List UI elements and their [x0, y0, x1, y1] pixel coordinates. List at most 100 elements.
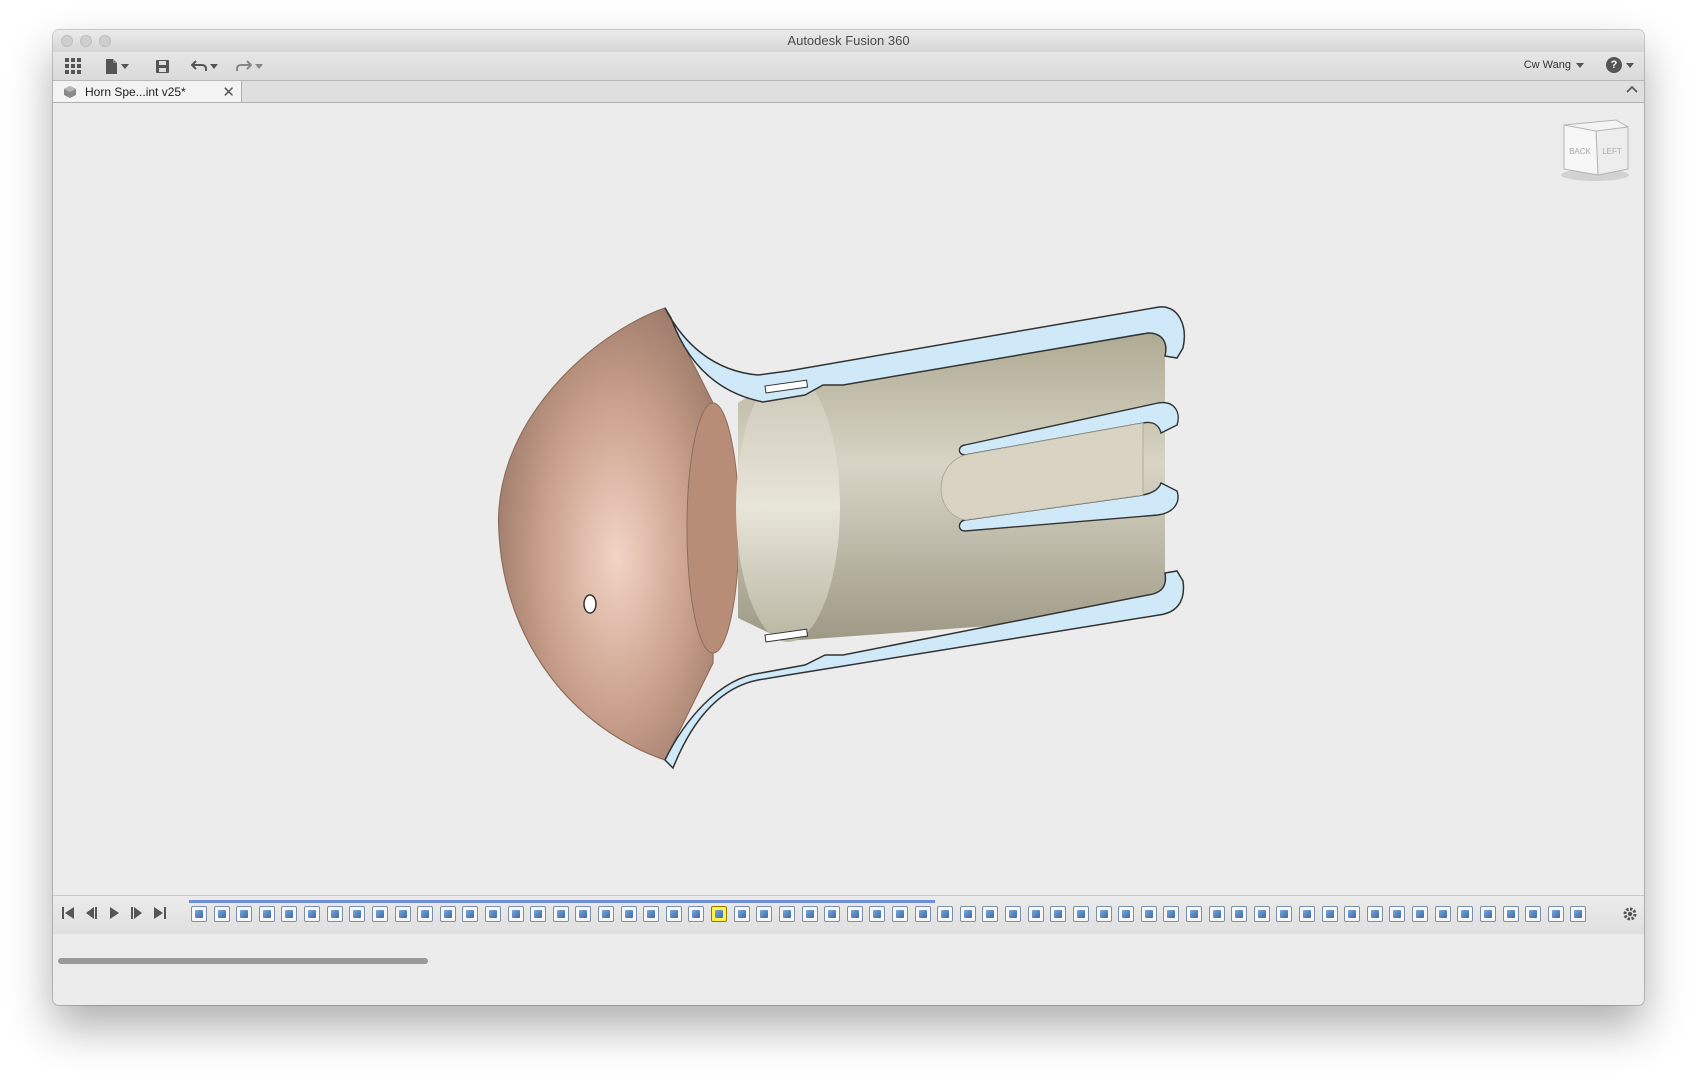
timeline-feature-icon[interactable] — [553, 906, 569, 922]
play-icon[interactable] — [107, 906, 121, 920]
file-icon — [106, 58, 117, 74]
go-to-end-icon[interactable] — [153, 906, 167, 920]
timeline-feature-icon[interactable] — [666, 906, 682, 922]
close-icon[interactable]: ✕ — [222, 83, 235, 101]
timeline-feature-icon[interactable] — [214, 906, 230, 922]
redo-button[interactable] — [236, 56, 263, 76]
timeline-feature-icon[interactable] — [417, 906, 433, 922]
timeline-feature-icon[interactable] — [1435, 906, 1451, 922]
timeline-feature-icon[interactable] — [1389, 906, 1405, 922]
3d-canvas[interactable]: BACK LEFT — [53, 103, 1644, 985]
timeline-feature-icon[interactable] — [621, 906, 637, 922]
minimize-window-button[interactable] — [80, 35, 92, 47]
timeline-feature-icon[interactable] — [869, 906, 885, 922]
timeline-feature-icon[interactable] — [1322, 906, 1338, 922]
mounting-hole[interactable] — [583, 594, 597, 614]
timeline-feature-icon[interactable] — [259, 906, 275, 922]
timeline-feature-icon[interactable] — [824, 906, 840, 922]
step-forward-icon[interactable] — [130, 906, 144, 920]
window-title: Autodesk Fusion 360 — [787, 33, 910, 48]
timeline-feature-icon[interactable] — [734, 906, 750, 922]
timeline-feature-icon[interactable] — [1548, 906, 1564, 922]
throat-inner-bore[interactable] — [736, 372, 840, 642]
horn-section-model[interactable] — [53, 103, 1644, 985]
data-panel-button[interactable] — [65, 56, 81, 76]
timeline-feature-icon[interactable] — [395, 906, 411, 922]
timeline-feature-icon[interactable] — [1209, 906, 1225, 922]
document-tab-bar: Horn Spe...int v25* ✕ — [53, 81, 1644, 103]
save-button[interactable] — [156, 56, 169, 76]
timeline-feature-icon[interactable] — [508, 906, 524, 922]
timeline-feature-icon[interactable] — [1231, 906, 1247, 922]
timeline-feature-icon[interactable] — [892, 906, 908, 922]
timeline-feature-icon[interactable] — [982, 906, 998, 922]
timeline-feature-icon[interactable] — [1457, 906, 1473, 922]
user-menu[interactable]: Cw Wang — [1524, 59, 1584, 71]
timeline-feature-icon[interactable] — [802, 906, 818, 922]
zoom-window-button[interactable] — [99, 35, 111, 47]
grid-icon — [65, 58, 81, 74]
horn-bell[interactable] — [498, 307, 714, 761]
help-menu[interactable]: ? — [1606, 57, 1634, 73]
timeline-feature-icon[interactable] — [1141, 906, 1157, 922]
chevron-down-icon — [121, 63, 129, 69]
viewcube-back-face[interactable]: BACK — [1569, 147, 1591, 156]
timeline-feature-icon[interactable] — [1254, 906, 1270, 922]
timeline-feature-icon[interactable] — [1096, 906, 1112, 922]
timeline-feature-icon[interactable] — [440, 906, 456, 922]
undo-button[interactable] — [191, 56, 218, 76]
timeline-feature-icon[interactable] — [1344, 906, 1360, 922]
timeline-feature-icon[interactable] — [937, 906, 953, 922]
timeline-feature-icon[interactable] — [1480, 906, 1496, 922]
timeline-feature-icon[interactable] — [1503, 906, 1519, 922]
file-menu-button[interactable] — [105, 56, 129, 76]
viewcube-left-face[interactable]: LEFT — [1602, 147, 1622, 156]
timeline-feature-icon[interactable] — [1299, 906, 1315, 922]
timeline-feature-icon[interactable] — [372, 906, 388, 922]
timeline-feature-icon[interactable] — [960, 906, 976, 922]
timeline-feature-icon[interactable] — [915, 906, 931, 922]
go-to-start-icon[interactable] — [61, 906, 75, 920]
timeline-feature-icon[interactable] — [847, 906, 863, 922]
timeline-feature-icon[interactable] — [1570, 906, 1586, 922]
help-icon: ? — [1606, 57, 1622, 73]
timeline-feature-icon[interactable] — [688, 906, 704, 922]
chevron-up-icon[interactable] — [1626, 84, 1638, 96]
step-back-icon[interactable] — [84, 906, 98, 920]
timeline-feature-icon[interactable] — [756, 906, 772, 922]
timeline-feature-icon[interactable] — [281, 906, 297, 922]
document-tab[interactable]: Horn Spe...int v25* ✕ — [53, 81, 242, 102]
timeline-feature-icon[interactable] — [1186, 906, 1202, 922]
component-icon — [64, 85, 76, 98]
timeline-feature-icon[interactable] — [530, 906, 546, 922]
timeline-feature-icon[interactable] — [304, 906, 320, 922]
timeline-scrollbar[interactable] — [58, 958, 428, 964]
timeline-feature-icon[interactable] — [1050, 906, 1066, 922]
timeline-feature-icon[interactable] — [711, 906, 727, 922]
timeline-feature-icon[interactable] — [462, 906, 478, 922]
timeline-feature-icon[interactable] — [779, 906, 795, 922]
timeline-feature-icon[interactable] — [1073, 906, 1089, 922]
timeline-feature-icon[interactable] — [575, 906, 591, 922]
gear-icon[interactable] — [1622, 906, 1638, 922]
bell-throat[interactable] — [686, 402, 740, 654]
view-cube[interactable]: BACK LEFT — [1558, 117, 1632, 188]
timeline-feature-icon[interactable] — [485, 906, 501, 922]
timeline-feature-icon[interactable] — [1525, 906, 1541, 922]
timeline-feature-icon[interactable] — [1367, 906, 1383, 922]
title-bar: Autodesk Fusion 360 — [53, 30, 1644, 52]
timeline-feature-icon[interactable] — [1028, 906, 1044, 922]
timeline-feature-icon[interactable] — [236, 906, 252, 922]
timeline-feature-icon[interactable] — [327, 906, 343, 922]
timeline-feature-icon[interactable] — [1005, 906, 1021, 922]
timeline-feature-icon[interactable] — [1163, 906, 1179, 922]
timeline-feature-icon[interactable] — [1276, 906, 1292, 922]
timeline-feature-icon[interactable] — [349, 906, 365, 922]
close-window-button[interactable] — [61, 35, 73, 47]
redo-icon — [236, 60, 252, 71]
timeline-feature-icon[interactable] — [1118, 906, 1134, 922]
timeline-feature-icon[interactable] — [191, 906, 207, 922]
timeline-feature-icon[interactable] — [1412, 906, 1428, 922]
timeline-feature-icon[interactable] — [598, 906, 614, 922]
timeline-feature-icon[interactable] — [643, 906, 659, 922]
